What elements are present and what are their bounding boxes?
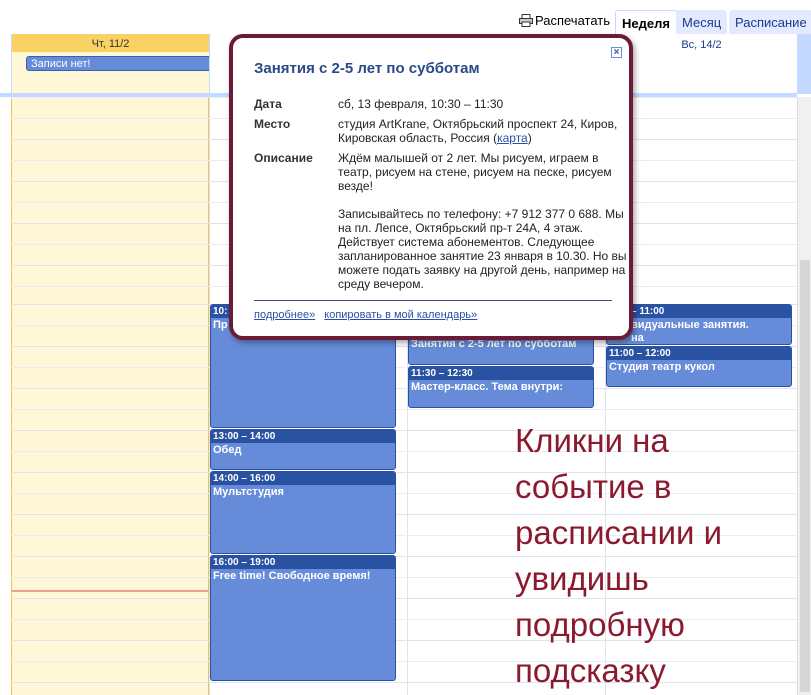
- half-hour-line: [11, 409, 797, 410]
- date-label: Дата: [254, 97, 282, 111]
- event-fri-1400[interactable]: 14:00 – 16:00 Мультстудия: [210, 471, 396, 554]
- copy-to-calendar-link[interactable]: копировать в мой календарь»: [324, 309, 477, 321]
- event-title: Free time! Свободное время!: [213, 570, 371, 582]
- allday-event[interactable]: Записи нет!: [26, 56, 219, 71]
- description-paragraph: Записывайтесь по телефону: +7 912 377 0 …: [338, 207, 627, 291]
- event-time: 13:00 – 14:00: [211, 430, 395, 443]
- tab-week[interactable]: Неделя: [615, 10, 677, 34]
- time-gutter: [0, 97, 11, 695]
- event-fri-1300[interactable]: 13:00 – 14:00 Обед: [210, 429, 396, 470]
- print-label: Распечатать: [535, 13, 611, 28]
- event-title: Студия театр кукол: [609, 361, 715, 373]
- event-fri-1600[interactable]: 16:00 – 19:00 Free time! Свободное время…: [210, 555, 396, 681]
- day-header-sun[interactable]: Вс, 14/2: [605, 34, 797, 94]
- event-time: 11:30 – 12:30: [409, 367, 593, 380]
- current-time-line: [11, 590, 209, 592]
- day-column-thu[interactable]: [11, 97, 209, 695]
- tab-month[interactable]: Месяц: [676, 10, 728, 34]
- popup-links: подробнее» копировать в мой календарь»: [254, 309, 483, 321]
- place-value: студия ArtKrane, Октябрьский проспект 24…: [338, 117, 628, 145]
- event-title: Мастер-класс. Тема внутри:: [411, 381, 564, 393]
- place-label: Место: [254, 117, 291, 131]
- day-header-thu[interactable]: Чт, 11/2 Записи нет!: [11, 34, 219, 94]
- description-row: Описание Ждём малышей от 2 лет. Мы рисуе…: [254, 151, 627, 291]
- popup-title: Занятия с 2-5 лет по субботам: [254, 60, 480, 77]
- event-title: Мультстудия: [213, 486, 284, 498]
- toolbar: Распечатать Неделя Месяц Расписание: [0, 0, 811, 34]
- close-icon[interactable]: ×: [611, 47, 622, 58]
- event-extra: на: [631, 332, 644, 344]
- description-paragraph: Ждём малышей от 2 лет. Мы рисуем, играем…: [338, 151, 612, 193]
- popup-divider: [254, 300, 612, 301]
- time-gutter-header: [0, 34, 11, 94]
- event-time: – 11:00: [607, 305, 791, 318]
- hour-line: [11, 388, 797, 389]
- map-link[interactable]: карта: [497, 131, 528, 145]
- day-label-sun: Вс, 14/2: [681, 39, 722, 51]
- annotation-text: Кликни на событие в расписании и увидишь…: [515, 422, 723, 689]
- event-sun-1000[interactable]: – 11:00 видуальные занятия. на: [606, 304, 792, 345]
- print-button[interactable]: Распечатать: [519, 13, 610, 28]
- event-title: Обед: [213, 444, 242, 456]
- event-time: 16:00 – 19:00: [211, 556, 395, 569]
- event-details-popup: × Занятия с 2-5 лет по субботам Дата сб,…: [229, 34, 633, 340]
- event-sat-1130[interactable]: 11:30 – 12:30 Мастер-класс. Тема внутри:: [408, 366, 594, 408]
- printer-icon: [519, 14, 533, 27]
- place-end: ): [527, 131, 532, 145]
- description-value: Ждём малышей от 2 лет. Мы рисуем, играем…: [338, 151, 628, 291]
- tab-schedule[interactable]: Расписание: [729, 10, 811, 34]
- description-label: Описание: [254, 151, 313, 165]
- event-time: 11:00 – 12:00: [607, 347, 791, 360]
- place-text: студия ArtKrane, Октябрьский проспект 24…: [338, 117, 618, 145]
- more-details-link[interactable]: подробнее»: [254, 309, 315, 321]
- date-row: Дата сб, 13 февраля, 10:30 – 11:30: [254, 97, 624, 111]
- event-sun-1100[interactable]: 11:00 – 12:00 Студия театр кукол: [606, 346, 792, 387]
- date-value: сб, 13 февраля, 10:30 – 11:30: [338, 97, 504, 111]
- event-time: 14:00 – 16:00: [211, 472, 395, 485]
- day-label-thu: Чт, 11/2: [12, 34, 209, 52]
- place-row: Место студия ArtKrane, Октябрьский просп…: [254, 117, 624, 145]
